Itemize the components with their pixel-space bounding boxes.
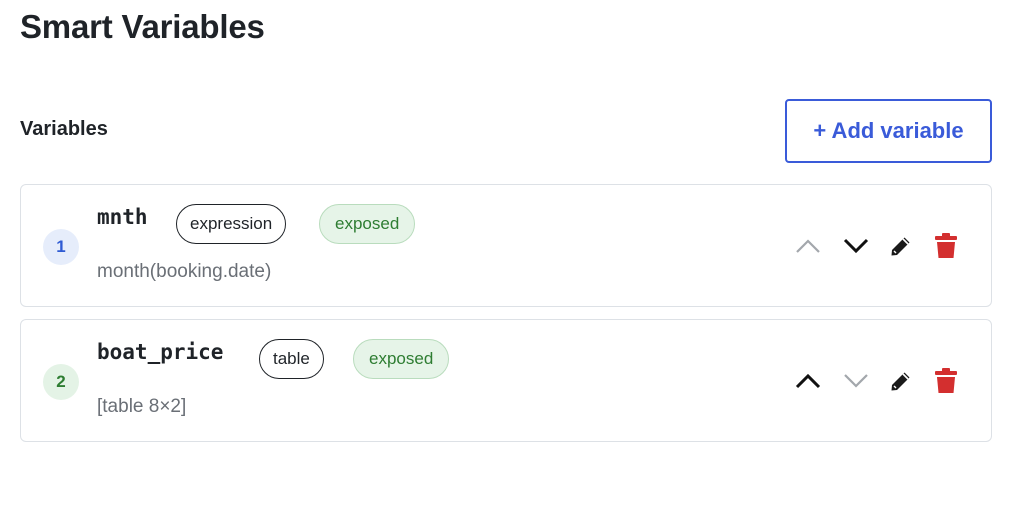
variable-index-badge: 2	[43, 364, 79, 400]
variable-type-tag: table	[259, 339, 324, 379]
variable-name: mnth	[97, 205, 148, 229]
add-variable-button[interactable]: + Add variable	[785, 99, 992, 163]
chevron-down-icon[interactable]	[841, 366, 871, 396]
chevron-down-icon[interactable]	[841, 231, 871, 261]
pencil-icon[interactable]	[886, 366, 916, 396]
variable-name: boat_price	[97, 340, 224, 364]
trash-icon[interactable]	[931, 231, 961, 261]
page-title: Smart Variables	[20, 8, 265, 45]
section-label: Variables	[20, 118, 108, 140]
smart-variables-page: Smart Variables Variables + Add variable…	[0, 0, 1024, 532]
trash-icon[interactable]	[931, 366, 961, 396]
variable-description: month(booking.date)	[97, 261, 272, 282]
variable-card: 2 boat_price table exposed [table 8×2]	[20, 319, 992, 442]
variable-index-badge: 1	[43, 229, 79, 265]
variable-description: [table 8×2]	[97, 396, 187, 417]
chevron-up-icon[interactable]	[793, 231, 823, 261]
exposed-status-badge: exposed	[353, 339, 450, 379]
chevron-up-icon[interactable]	[793, 366, 823, 396]
variable-card: 1 mnth expression exposed month(booking.…	[20, 184, 992, 307]
variable-type-tag: expression	[176, 204, 287, 244]
pencil-icon[interactable]	[886, 231, 916, 261]
exposed-status-badge: exposed	[319, 204, 416, 244]
